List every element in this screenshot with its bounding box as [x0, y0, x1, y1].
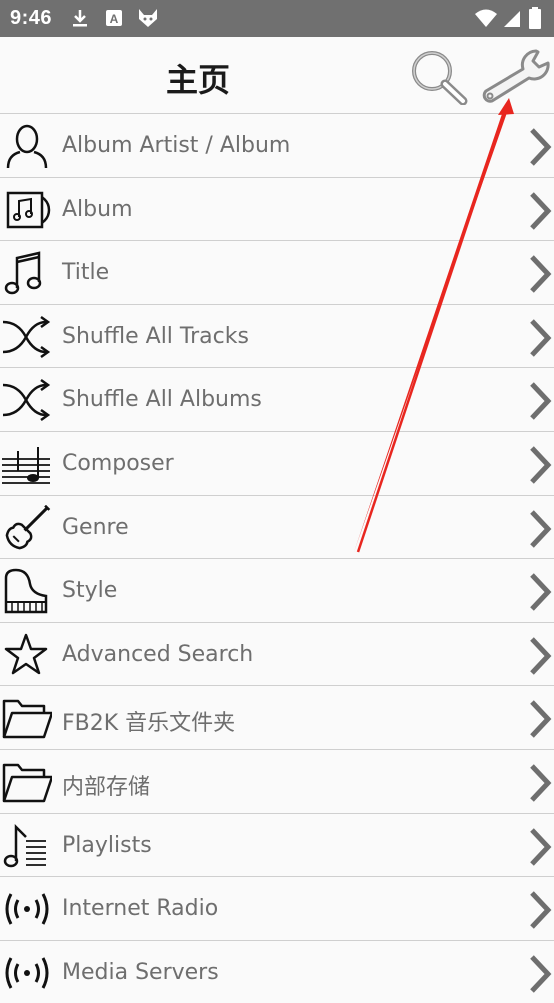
menu-item-label: Media Servers [62, 959, 219, 985]
shuffle-icon [2, 379, 51, 422]
fox-icon [139, 9, 157, 27]
menu-item-label: Genre [62, 514, 129, 540]
menu-item-label: Shuffle All Tracks [62, 323, 249, 349]
page-title: 主页 [166, 61, 231, 99]
star-icon [4, 633, 48, 674]
status-time: 9:46 [10, 7, 53, 29]
album-icon [6, 191, 51, 228]
menu-item-internet-radio[interactable]: Internet Radio [0, 876, 554, 940]
menu-list: Album Artist / Album Album Title Shuffle… [0, 113, 554, 1003]
menu-item-album-artist[interactable]: Album Artist / Album [0, 113, 554, 177]
chevron-right-icon [530, 700, 552, 739]
menu-item-shuffle-albums[interactable]: Shuffle All Albums [0, 367, 554, 431]
music-note-icon [4, 251, 42, 295]
menu-item-label: Style [62, 578, 118, 604]
radio-icon [5, 893, 49, 925]
violin-icon [5, 504, 51, 549]
playlist-icon [3, 823, 46, 867]
wifi-icon [475, 9, 497, 27]
person-icon [6, 124, 48, 169]
signal-icon [504, 11, 520, 27]
menu-item-internal-storage[interactable]: 内部存储 [0, 748, 554, 813]
chevron-right-icon [530, 827, 552, 866]
staff-icon [2, 446, 50, 484]
app-header: 主页 [0, 37, 554, 113]
chevron-right-icon [530, 446, 552, 484]
menu-item-composer[interactable]: Composer [0, 430, 554, 495]
piano-icon [4, 568, 48, 614]
a-badge-icon: A [106, 10, 122, 26]
menu-item-label: Album [62, 196, 133, 222]
menu-item-label: Album Artist / Album [62, 133, 291, 158]
menu-item-playlists[interactable]: Playlists [0, 812, 554, 877]
menu-item-label: 内部存储 [62, 774, 151, 800]
chevron-right-icon [530, 319, 552, 357]
menu-item-label: Internet Radio [62, 896, 219, 922]
download-icon [73, 10, 87, 27]
menu-item-advanced-search[interactable]: Advanced Search [0, 621, 554, 686]
wrench-icon[interactable] [478, 47, 552, 105]
chevron-right-icon [530, 128, 552, 166]
menu-item-label: Title [62, 260, 110, 286]
folder-icon [2, 700, 52, 739]
chevron-right-icon [530, 191, 552, 230]
status-bar: 9:46 A [0, 0, 554, 37]
menu-item-label: FB2K 音乐文件夹 [62, 711, 236, 737]
chevron-right-icon [530, 509, 552, 548]
menu-item-label: Composer [62, 450, 174, 476]
chevron-right-icon [530, 764, 552, 802]
menu-item-label: Shuffle All Albums [62, 387, 262, 413]
folder-icon [2, 763, 52, 803]
menu-item-media-servers[interactable]: Media Servers [0, 939, 554, 1003]
chevron-right-icon [530, 955, 552, 993]
menu-item-title[interactable]: Title [0, 240, 554, 304]
battery-icon [529, 7, 541, 29]
search-icon[interactable] [408, 47, 470, 105]
chevron-right-icon [530, 382, 552, 421]
menu-item-shuffle-tracks[interactable]: Shuffle All Tracks [0, 303, 554, 368]
shuffle-icon [2, 315, 51, 358]
chevron-right-icon [530, 255, 552, 293]
menu-item-style[interactable]: Style [0, 558, 554, 622]
menu-item-album[interactable]: Album [0, 176, 554, 241]
radio-icon [5, 957, 49, 989]
chevron-right-icon [530, 891, 552, 929]
chevron-right-icon [530, 573, 552, 611]
menu-item-label: Advanced Search [62, 641, 254, 667]
chevron-right-icon [530, 637, 552, 675]
menu-item-fb2k-folder[interactable]: FB2K 音乐文件夹 [0, 685, 554, 749]
svg-text:A: A [110, 12, 119, 26]
menu-item-label: Playlists [62, 832, 152, 858]
menu-item-genre[interactable]: Genre [0, 494, 554, 559]
